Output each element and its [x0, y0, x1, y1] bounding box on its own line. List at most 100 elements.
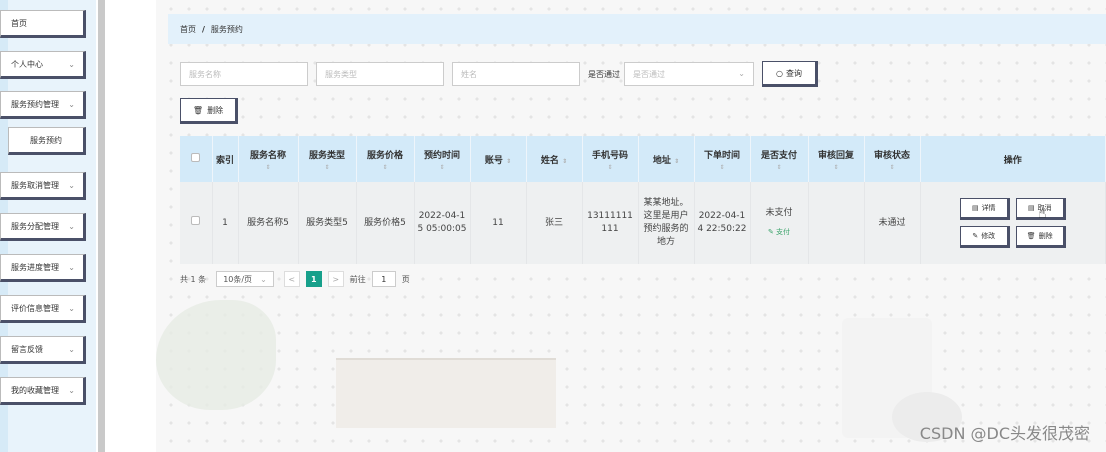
breadcrumb-home[interactable]: 首页 — [180, 24, 196, 35]
col-paid[interactable]: 是否支付 ⇕ — [750, 136, 809, 182]
header-label: 预约时间 — [423, 150, 460, 161]
sidebar-item-label: 服务进度管理 — [11, 262, 59, 272]
cell-index: 1 — [212, 182, 239, 264]
goto-page-input[interactable]: 1 — [371, 271, 396, 287]
background-plant — [156, 300, 276, 410]
delete-button[interactable]: 🗑 删除 — [1015, 226, 1066, 248]
approved-select[interactable]: 是否通过 ⌄ — [624, 62, 754, 86]
col-name[interactable]: 姓名 ⇕ — [526, 136, 583, 182]
edit-label: 修改 — [981, 231, 996, 240]
name-input[interactable]: 姓名 — [452, 62, 580, 86]
main-content: 首页 / 服务预约 服务名称 服务类型 姓名 是否通过 是否通过 ⌄ ○ 查询 🗑 删… — [156, 0, 1106, 452]
sidebar-item-home[interactable]: 首页 — [0, 10, 86, 38]
cell-phone: 13111111111 — [582, 182, 639, 264]
col-review-reply[interactable]: 审核回复 ⇕ — [808, 136, 865, 182]
header-label: 地址 — [652, 155, 671, 166]
cell-paid: 未支付 ✎ 支付 — [750, 182, 809, 264]
header-label: 姓名 — [540, 155, 559, 166]
sidebar-item-service-cancel-mgmt[interactable]: 服务取消管理 ⌄ — [0, 172, 86, 200]
batch-delete-button[interactable]: 🗑 删除 — [180, 98, 238, 124]
col-order-time[interactable]: 下单时间 ⇕ — [694, 136, 751, 182]
chevron-down-icon: ⌄ — [68, 386, 75, 395]
header-label: 索引 — [215, 155, 234, 166]
sort-icon[interactable]: ⇕ — [357, 164, 414, 171]
sidebar-item-personal-center[interactable]: 个人中心 ⌄ — [0, 51, 86, 79]
sort-icon[interactable]: ⇕ — [809, 164, 864, 171]
sidebar-item-service-booking-mgmt[interactable]: 服务预约管理 ⌄ — [0, 91, 86, 119]
sort-icon[interactable]: ⇕ — [239, 164, 298, 171]
sort-icon[interactable]: ⇕ — [583, 164, 638, 171]
chevron-down-icon: ⌄ — [68, 345, 75, 354]
detail-button[interactable]: ▤ 详情 — [959, 198, 1010, 220]
detail-label: 详情 — [981, 203, 996, 212]
sort-icon[interactable]: ⇕ — [415, 164, 470, 171]
col-service-name[interactable]: 服务名称 ⇕ — [238, 136, 299, 182]
col-account[interactable]: 账号 ⇕ — [470, 136, 527, 182]
sidebar-scrollbar[interactable] — [98, 0, 105, 452]
pay-link[interactable]: ✎ 支付 — [753, 226, 806, 239]
sidebar-item-label: 服务预约 — [30, 135, 62, 145]
booking-table: 索引 服务名称 ⇕ 服务类型 ⇕ 服务价格 ⇕ 预约时间 ⇕ 账号 ⇕ 姓名 ⇕ 手机号… — [180, 136, 1106, 264]
header-label: 审核状态 — [873, 150, 910, 161]
sort-icon[interactable]: ⇕ — [865, 164, 920, 171]
page-size-select[interactable]: 10条/页 ⌄ — [216, 271, 274, 287]
goto-label: 前往 — [349, 274, 366, 284]
sidebar-item-service-booking[interactable]: 服务预约 — [8, 127, 86, 155]
cell-review-reply — [808, 182, 865, 264]
sidebar-item-label: 服务分配管理 — [11, 221, 59, 231]
header-label: 服务价格 — [366, 150, 403, 161]
breadcrumb-current: 服务预约 — [210, 24, 243, 34]
search-bar: 服务名称 服务类型 姓名 是否通过 是否通过 ⌄ ○ 查询 — [180, 61, 818, 87]
sidebar-item-service-assign-mgmt[interactable]: 服务分配管理 ⌄ — [0, 213, 86, 241]
cell-name: 张三 — [526, 182, 583, 264]
sidebar-item-label: 留言反馈 — [11, 344, 43, 354]
hand-cursor-icon: ☝ — [1038, 206, 1047, 222]
sort-icon[interactable]: ⇕ — [299, 164, 356, 171]
row-checkbox[interactable] — [191, 216, 201, 225]
sort-icon[interactable]: ⇕ — [674, 158, 679, 165]
edit-button[interactable]: ✎ 修改 — [959, 226, 1010, 248]
query-label: 查询 — [785, 68, 802, 78]
col-phone[interactable]: 手机号码 ⇕ — [582, 136, 639, 182]
col-booking-time[interactable]: 预约时间 ⇕ — [414, 136, 471, 182]
placeholder-text: 是否通过 — [633, 69, 665, 79]
sidebar-item-review-mgmt[interactable]: 评价信息管理 ⌄ — [0, 295, 86, 323]
col-service-type[interactable]: 服务类型 ⇕ — [298, 136, 357, 182]
sort-icon[interactable]: ⇕ — [562, 158, 567, 165]
sidebar-item-service-progress-mgmt[interactable]: 服务进度管理 ⌄ — [0, 254, 86, 282]
header-label: 服务类型 — [308, 150, 345, 161]
header-label: 审核回复 — [817, 150, 854, 161]
service-name-input[interactable]: 服务名称 — [180, 62, 308, 86]
approved-label: 是否通过 — [588, 69, 620, 79]
cell-service-price: 服务价格5 — [356, 182, 415, 264]
cell-actions: ▤ 详情 ▤ 取消 ✎ 修改 🗑 删除 — [920, 182, 1106, 264]
sidebar-item-favorites-mgmt[interactable]: 我的收藏管理 ⌄ — [0, 377, 86, 405]
select-all-cell — [180, 136, 213, 182]
chevron-down-icon: ⌄ — [68, 181, 75, 190]
next-page-button[interactable]: > — [327, 271, 344, 287]
pay-link-label: 支付 — [776, 228, 791, 236]
col-service-price[interactable]: 服务价格 ⇕ — [356, 136, 415, 182]
watermark: CSDN @DC头发很茂密 — [919, 424, 1090, 443]
query-button[interactable]: ○ 查询 — [762, 61, 818, 87]
sort-icon[interactable]: ⇕ — [506, 158, 511, 165]
prev-page-button[interactable]: < — [283, 271, 300, 287]
page-number[interactable]: 1 — [305, 271, 322, 287]
placeholder-text: 服务类型 — [325, 69, 357, 79]
chevron-down-icon: ⌄ — [738, 69, 745, 78]
col-address[interactable]: 地址 ⇕ — [638, 136, 695, 182]
delete-label: 删除 — [207, 105, 224, 115]
sort-icon[interactable]: ⇕ — [695, 164, 750, 171]
trash-icon: 🗑 — [192, 105, 204, 115]
service-type-input[interactable]: 服务类型 — [316, 62, 444, 86]
breadcrumb: 首页 / 服务预约 — [168, 14, 1106, 44]
sidebar-item-feedback[interactable]: 留言反馈 ⌄ — [0, 336, 86, 364]
col-review-status[interactable]: 审核状态 ⇕ — [864, 136, 921, 182]
sort-icon[interactable]: ⇕ — [751, 164, 808, 171]
chevron-down-icon: ⌄ — [260, 274, 267, 284]
sidebar-item-label: 评价信息管理 — [11, 303, 59, 313]
edit-icon: ✎ — [972, 231, 979, 240]
select-all-checkbox[interactable] — [191, 153, 201, 162]
search-icon: ○ — [776, 68, 783, 78]
table-header-row: 索引 服务名称 ⇕ 服务类型 ⇕ 服务价格 ⇕ 预约时间 ⇕ 账号 ⇕ 姓名 ⇕ 手机号… — [180, 136, 1106, 182]
